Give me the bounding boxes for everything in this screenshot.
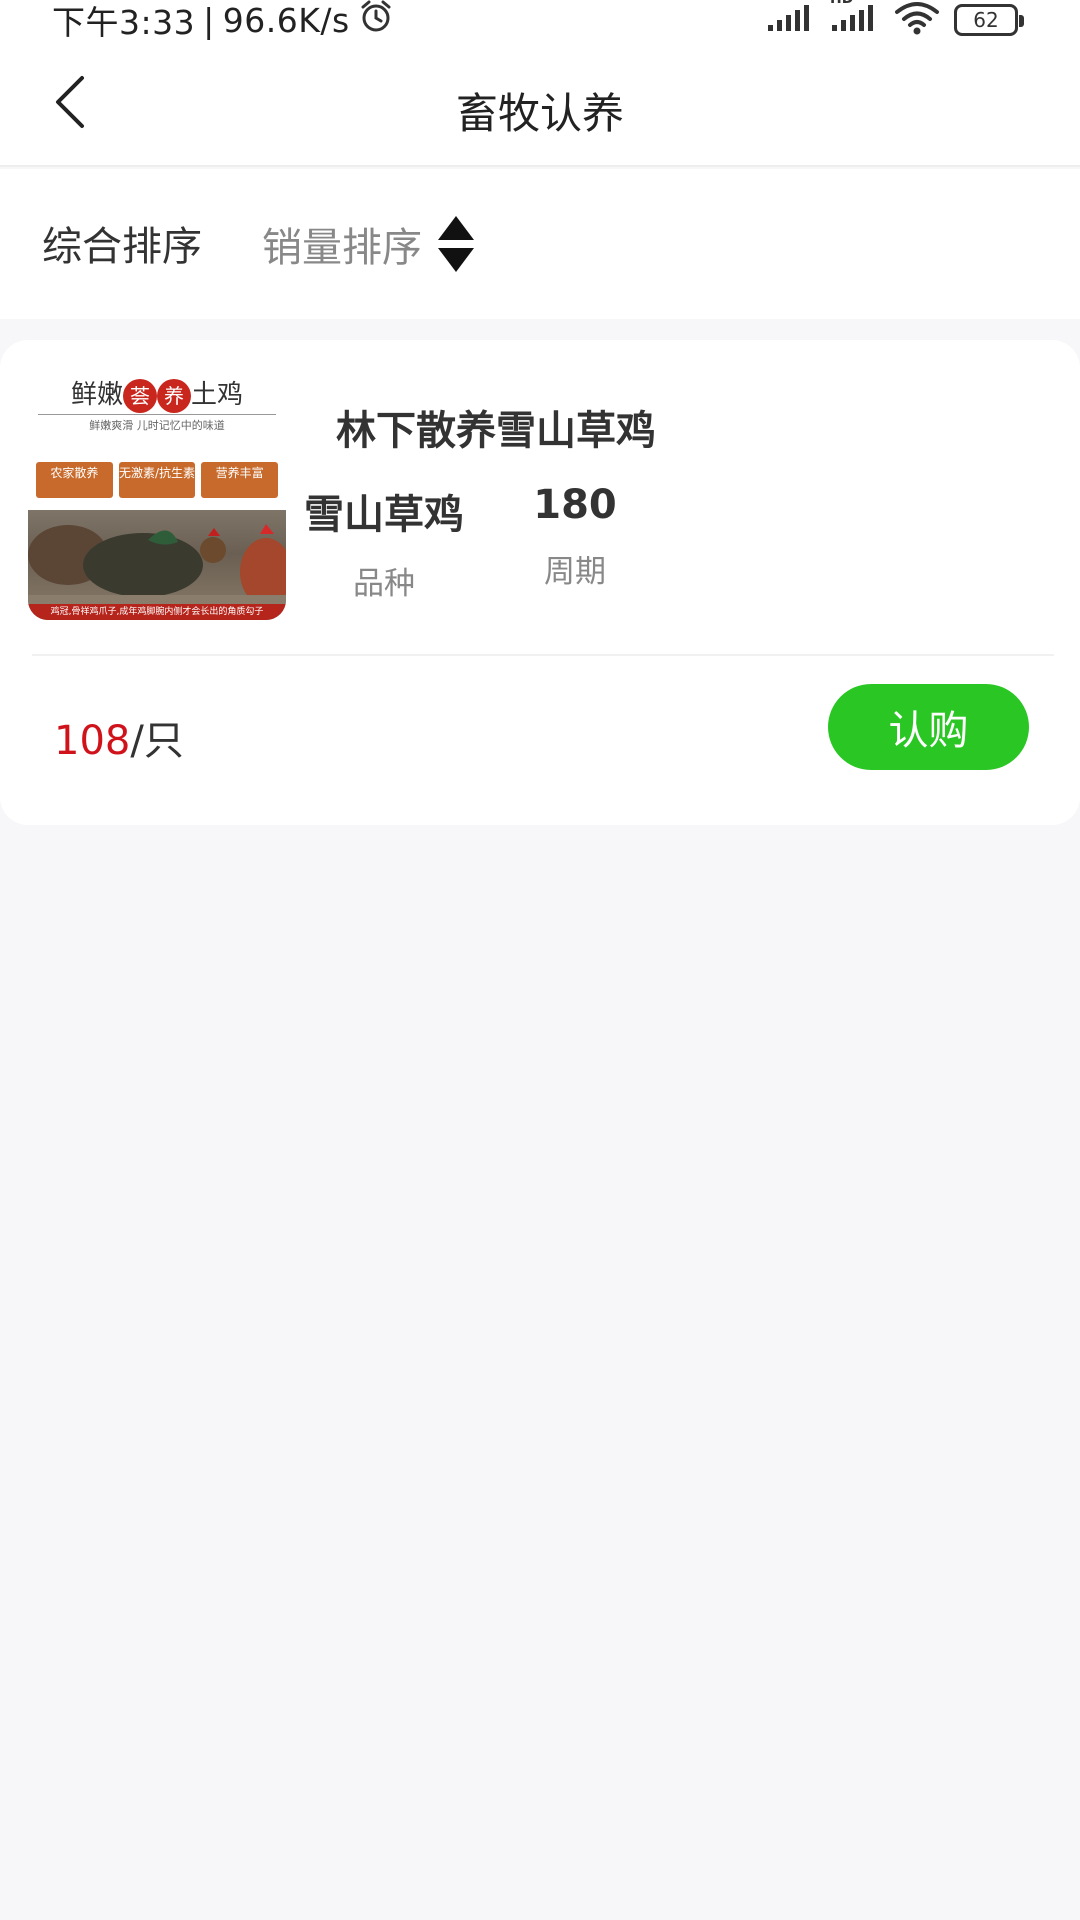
status-right: HD 62 [766,0,1024,40]
wifi-icon [894,1,940,39]
network-type-label: HD [830,0,853,7]
alarm-icon [358,0,394,42]
signal-icon [766,3,816,37]
status-bar: 下午3:33 | 96.6K/s HD [0,0,1080,44]
battery-level: 62 [973,8,999,32]
product-image-banner: 鲜嫩荟养土鸡 鲜嫩爽滑 儿时记忆中的味道 农家散养 无激素/抗生素 营养丰富 [28,370,286,510]
image-caption: 鸡冠,骨祥鸡爪子,成年鸡脚腕内侧才会长出的角质勾子 [28,604,286,620]
breed-attribute: 雪山草鸡 品种 [300,482,468,603]
sort-arrows-icon [436,214,476,274]
sort-comprehensive-tab[interactable]: 综合排序 [42,214,202,272]
price: 108/只 [54,708,184,766]
image-tag: 营养丰富 [201,462,279,498]
image-title-seal-1: 荟 [123,379,157,413]
cycle-attribute: 180 周期 [520,482,630,591]
cycle-label: 周期 [544,554,606,590]
image-title-seal-2: 养 [157,379,191,413]
cycle-value: 180 [533,482,617,528]
battery-icon: 62 [954,4,1024,36]
sort-sales-label: 销量排序 [262,225,422,271]
signal-hd-icon: HD [830,0,880,37]
page-title: 畜牧认养 [455,89,624,138]
product-card[interactable]: 鲜嫩荟养土鸡 鲜嫩爽滑 儿时记忆中的味道 农家散养 无激素/抗生素 营养丰富 鸡… [0,340,1080,825]
image-title-right: 土鸡 [191,380,244,410]
image-tag: 无激素/抗生素 [118,462,196,498]
product-image: 鲜嫩荟养土鸡 鲜嫩爽滑 儿时记忆中的味道 农家散养 无激素/抗生素 营养丰富 鸡… [28,370,286,620]
image-tag: 农家散养 [36,462,113,498]
breed-label: 品种 [353,566,415,602]
breed-value: 雪山草鸡 [304,492,464,538]
nav-bar: 畜牧认养 [0,44,1080,167]
status-separator: | [203,0,215,40]
status-network-speed: 96.6K/s [222,0,350,40]
sort-bar: 综合排序 销量排序 [0,169,1080,319]
price-unit: /只 [130,718,184,764]
product-image-title: 鲜嫩荟养土鸡 [28,374,286,413]
status-left: 下午3:33 | 96.6K/s [52,0,394,42]
card-divider [32,654,1054,656]
product-image-tags: 农家散养 无激素/抗生素 营养丰富 [36,462,279,498]
chicken-photo: 鸡冠,骨祥鸡爪子,成年鸡脚腕内侧才会长出的角质勾子 [28,510,286,620]
product-image-subtitle: 鲜嫩爽滑 儿时记忆中的味道 [38,414,276,433]
image-title-left: 鲜嫩 [70,380,123,410]
status-time: 下午3:33 [52,3,196,42]
price-amount: 108 [54,718,131,764]
sort-sales-tab[interactable]: 销量排序 [262,214,476,274]
subscribe-button[interactable]: 认购 [828,684,1029,770]
product-name: 林下散养雪山草鸡 [336,408,656,454]
